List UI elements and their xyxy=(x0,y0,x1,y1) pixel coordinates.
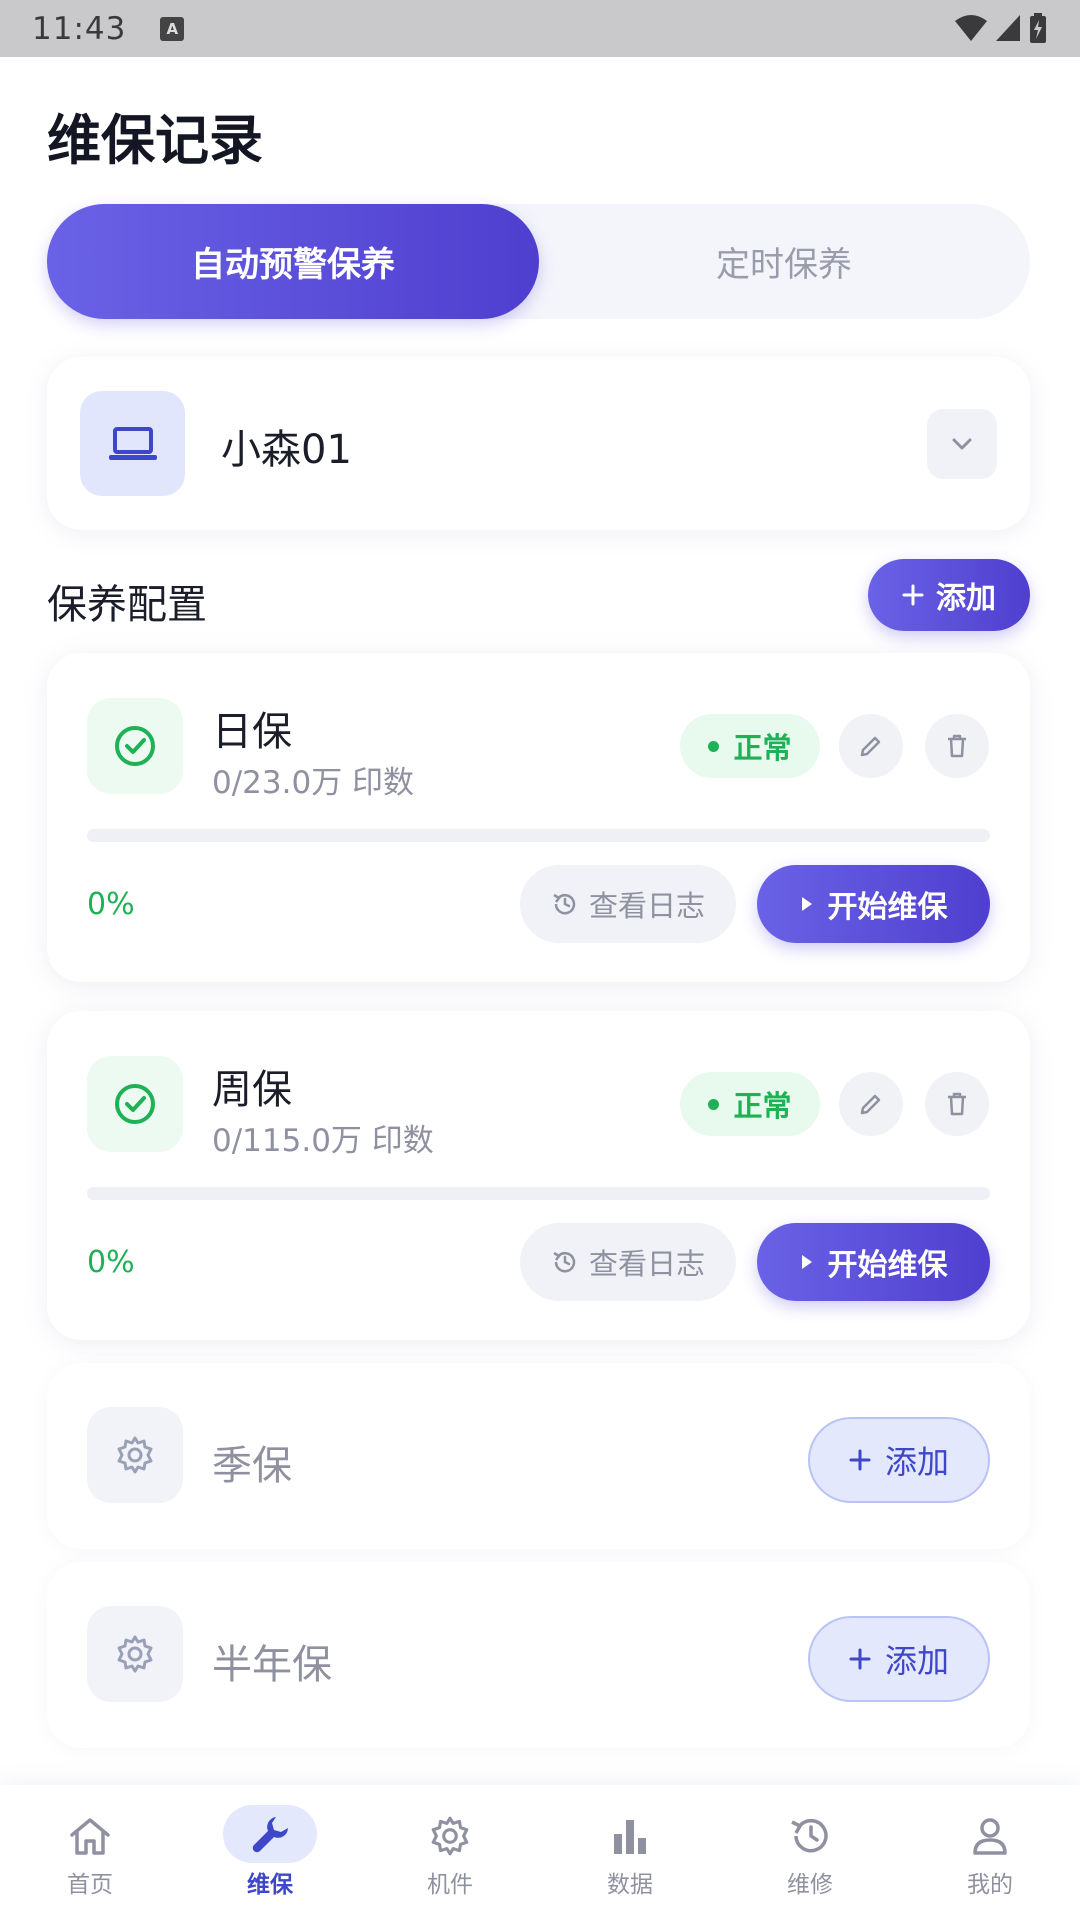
device-dropdown-button[interactable] xyxy=(927,409,997,479)
check-circle-icon xyxy=(115,1084,155,1124)
add-plan-button[interactable]: 添加 xyxy=(808,1616,990,1702)
plan-status-icon-box xyxy=(87,698,183,794)
delete-button[interactable] xyxy=(925,714,989,778)
history-icon xyxy=(553,1251,576,1273)
plus-icon xyxy=(849,1648,871,1670)
nav-label: 机件 xyxy=(427,1872,473,1898)
delete-button[interactable] xyxy=(925,1072,989,1136)
chevron-down-icon xyxy=(952,438,972,450)
view-log-button[interactable]: 查看日志 xyxy=(520,1223,736,1301)
nav-item-profile[interactable]: 我的 xyxy=(900,1785,1080,1920)
page-title: 维保记录 xyxy=(47,109,263,172)
view-log-button[interactable]: 查看日志 xyxy=(520,865,736,943)
plan-card-quarterly: 季保 添加 xyxy=(47,1363,1030,1549)
view-log-label: 查看日志 xyxy=(588,1247,705,1281)
person-icon xyxy=(970,1811,1010,1861)
notification-icon: A xyxy=(160,16,185,41)
play-icon xyxy=(801,897,812,911)
status-dot-icon xyxy=(708,740,720,752)
signal-icon xyxy=(996,15,1020,41)
screen: 11:43 A 维保记录 自动预警保养 定时保养 小森01 保养配置 添加 日保… xyxy=(0,0,1080,1920)
plus-icon xyxy=(902,584,924,606)
wifi-icon xyxy=(955,15,987,41)
status-time: 11:43 xyxy=(32,10,127,47)
add-plan-label: 添加 xyxy=(884,1443,949,1481)
nav-label: 首页 xyxy=(67,1872,113,1898)
status-dot-icon xyxy=(708,1098,720,1110)
status-bar: 11:43 A xyxy=(0,0,1080,57)
add-config-label: 添加 xyxy=(936,581,996,616)
status-badge: 正常 xyxy=(680,714,820,778)
gear-icon xyxy=(117,1436,153,1474)
battery-icon xyxy=(1030,13,1046,43)
nav-item-parts[interactable]: 机件 xyxy=(360,1785,540,1920)
nav-item-home[interactable]: 首页 xyxy=(0,1785,180,1920)
progress-bar xyxy=(87,829,990,842)
nav-item-maintenance[interactable]: 维保 xyxy=(180,1785,360,1920)
plan-name: 周保 xyxy=(212,1067,292,1113)
gear-icon xyxy=(428,1811,472,1861)
start-maintenance-label: 开始维保 xyxy=(827,890,948,925)
start-maintenance-button[interactable]: 开始维保 xyxy=(757,1223,990,1301)
bar-chart-icon xyxy=(610,1811,650,1861)
home-icon xyxy=(68,1811,112,1861)
plan-card-half-year: 半年保 添加 xyxy=(47,1562,1030,1748)
wrench-icon xyxy=(223,1805,317,1863)
progress-percent: 0% xyxy=(87,887,135,922)
edit-button[interactable] xyxy=(839,714,903,778)
nav-label: 维修 xyxy=(787,1872,833,1898)
section-title: 保养配置 xyxy=(47,582,207,628)
status-badge: 正常 xyxy=(680,1072,820,1136)
status-label: 正常 xyxy=(733,1089,792,1123)
check-circle-icon xyxy=(115,726,155,766)
status-label: 正常 xyxy=(733,731,792,765)
device-name: 小森01 xyxy=(221,427,352,473)
edit-button[interactable] xyxy=(839,1072,903,1136)
plan-gear-icon-box xyxy=(87,1606,183,1702)
nav-label: 数据 xyxy=(607,1872,653,1898)
plan-name: 季保 xyxy=(212,1443,292,1489)
plan-name: 半年保 xyxy=(212,1642,332,1688)
nav-item-data[interactable]: 数据 xyxy=(540,1785,720,1920)
trash-icon xyxy=(948,1092,966,1116)
start-maintenance-label: 开始维保 xyxy=(827,1248,948,1283)
plan-usage: 0/115.0万 印数 xyxy=(212,1123,434,1159)
nav-item-repair[interactable]: 维修 xyxy=(720,1785,900,1920)
progress-percent: 0% xyxy=(87,1245,135,1280)
add-config-button[interactable]: 添加 xyxy=(868,559,1030,631)
progress-bar xyxy=(87,1187,990,1200)
plus-icon xyxy=(849,1449,871,1471)
plan-gear-icon-box xyxy=(87,1407,183,1503)
plan-card-daily: 日保 0/23.0万 印数 正常 0% 查看日志 开始维保 xyxy=(47,653,1030,982)
nav-label: 我的 xyxy=(967,1872,1013,1898)
plan-usage: 0/23.0万 印数 xyxy=(212,765,415,801)
pencil-icon xyxy=(860,1094,881,1115)
bottom-nav: 首页 维保 机件 数据 维修 我的 xyxy=(0,1785,1080,1920)
plan-name: 日保 xyxy=(212,709,292,755)
laptop-icon xyxy=(108,426,157,460)
history-icon xyxy=(787,1811,833,1861)
add-plan-button[interactable]: 添加 xyxy=(808,1417,990,1503)
view-log-label: 查看日志 xyxy=(588,889,705,923)
maintenance-mode-tabs: 自动预警保养 定时保养 xyxy=(47,204,1030,319)
add-plan-label: 添加 xyxy=(884,1642,949,1680)
history-icon xyxy=(553,893,576,915)
tab-scheduled[interactable]: 定时保养 xyxy=(538,204,1030,319)
device-icon-container xyxy=(80,391,185,496)
status-indicators xyxy=(954,12,1048,44)
start-maintenance-button[interactable]: 开始维保 xyxy=(757,865,990,943)
play-icon xyxy=(801,1255,812,1269)
pencil-icon xyxy=(860,736,881,757)
device-selector[interactable]: 小森01 xyxy=(47,357,1030,530)
plan-card-weekly: 周保 0/115.0万 印数 正常 0% 查看日志 开始维保 xyxy=(47,1011,1030,1340)
tab-auto-warning[interactable]: 自动预警保养 xyxy=(47,204,539,319)
gear-icon xyxy=(117,1635,153,1673)
trash-icon xyxy=(948,734,966,758)
nav-label: 维保 xyxy=(247,1872,293,1898)
plan-status-icon-box xyxy=(87,1056,183,1152)
